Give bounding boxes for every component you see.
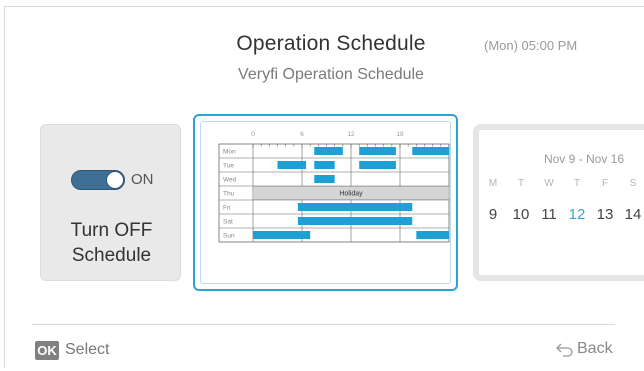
holiday-label: Holiday xyxy=(339,191,363,198)
hour-tick-label: 0 xyxy=(251,131,255,138)
toggle-state-label: ON xyxy=(131,171,154,188)
schedule-block xyxy=(359,161,396,169)
calendar-weekday-row: M T W T F S xyxy=(479,178,644,189)
weekday-label: M xyxy=(488,178,498,189)
weekly-schedule-card[interactable]: 0 6 12 18 Mon Tue Wed Thu Fri Sat Sun Holiday xyxy=(193,114,458,291)
page-subtitle: Veryfi Operation Schedule xyxy=(238,66,424,83)
calendar-date: 14 xyxy=(624,206,642,223)
ok-key-icon: OK xyxy=(35,341,59,360)
select-hint-label: Select xyxy=(65,341,110,358)
schedule-block xyxy=(359,147,396,155)
schedule-block xyxy=(253,231,311,239)
calendar-date-row: 9 10 11 12 13 14 xyxy=(479,206,644,223)
schedule-block xyxy=(314,147,343,155)
day-label: Fri xyxy=(223,205,231,212)
schedule-block xyxy=(314,175,335,183)
day-label: Thu xyxy=(223,191,235,198)
day-label: Sun xyxy=(223,233,235,240)
schedule-block xyxy=(277,161,307,169)
weekday-label: W xyxy=(544,178,554,189)
weekday-label: F xyxy=(601,178,609,189)
schedule-block xyxy=(412,147,449,155)
schedule-block xyxy=(314,161,335,169)
day-label: Wed xyxy=(223,177,237,184)
back-button[interactable]: Back xyxy=(555,340,613,358)
weekday-label: S xyxy=(629,178,637,189)
schedule-block xyxy=(297,217,413,225)
day-label: Mon xyxy=(223,149,236,156)
hour-tick-label: 12 xyxy=(347,131,355,138)
calendar-date: 10 xyxy=(512,206,530,223)
back-label: Back xyxy=(577,340,613,357)
schedule-block xyxy=(416,231,449,239)
day-label: Sat xyxy=(223,219,233,226)
calendar-date-today: 12 xyxy=(568,206,586,223)
weekday-label: T xyxy=(573,178,581,189)
weekday-label: T xyxy=(517,178,525,189)
hour-tick-label: 6 xyxy=(300,131,304,138)
calendar-range-label: Nov 9 - Nov 16 xyxy=(543,152,625,166)
weekly-schedule-inner: 0 6 12 18 Mon Tue Wed Thu Fri Sat Sun Holiday xyxy=(200,121,451,284)
toggle-knob xyxy=(106,171,124,189)
calendar-date: 11 xyxy=(541,206,557,223)
calendar-card[interactable]: Nov 9 - Nov 16 M T W T F S 9 10 11 12 13… xyxy=(473,124,644,281)
schedule-block xyxy=(297,203,413,211)
day-label: Tue xyxy=(223,163,234,170)
footer-divider xyxy=(32,324,615,325)
calendar-date: 9 xyxy=(488,206,498,223)
schedule-toggle-switch[interactable] xyxy=(71,170,125,190)
schedule-toggle-card[interactable]: ON Turn OFF Schedule xyxy=(40,124,181,281)
turn-off-line-1: Turn OFF xyxy=(70,220,153,241)
turn-off-line-2: Schedule xyxy=(71,245,152,266)
hour-tick-label: 18 xyxy=(396,131,404,138)
weekly-schedule-grid: 0 6 12 18 Mon Tue Wed Thu Fri Sat Sun Holiday xyxy=(218,131,450,243)
turn-off-schedule-label: Turn OFF Schedule xyxy=(41,218,182,268)
current-datetime: (Mon) 05:00 PM xyxy=(484,38,578,53)
calendar-date: 13 xyxy=(596,206,614,223)
back-arrow-icon xyxy=(556,343,573,357)
